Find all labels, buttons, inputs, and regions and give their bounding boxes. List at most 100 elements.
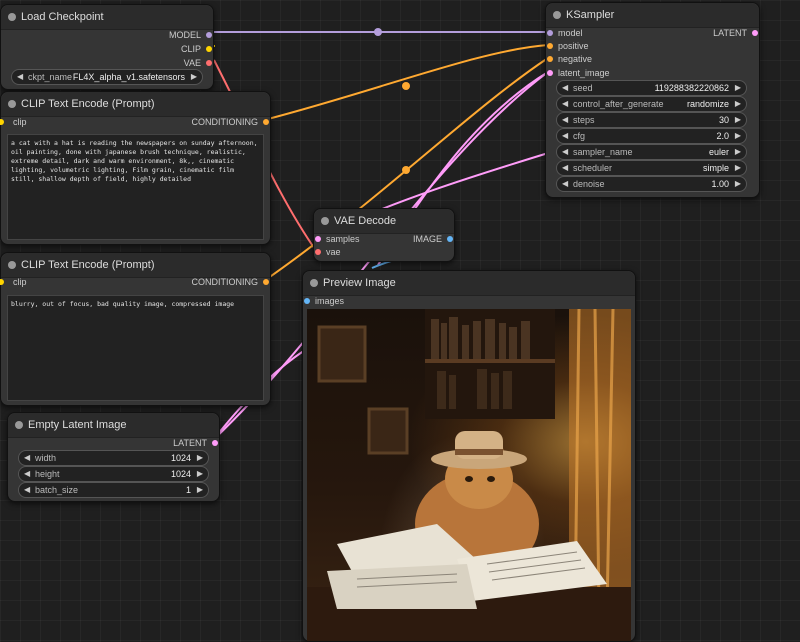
arrow-left-icon[interactable]: ◀: [562, 97, 568, 111]
arrow-right-icon[interactable]: ▶: [197, 483, 203, 497]
arrow-right-icon[interactable]: ▶: [197, 467, 203, 481]
collapse-dot-icon[interactable]: [310, 279, 318, 287]
output-conditioning-label: CONDITIONING: [191, 117, 259, 127]
ckpt-name-combo[interactable]: ◀ ckpt_name FL4X_alpha_v1.safetensors ▶: [11, 69, 203, 85]
input-vae[interactable]: vae: [314, 246, 341, 258]
arrow-left-icon[interactable]: ◀: [562, 129, 568, 143]
generated-image-preview[interactable]: [307, 309, 631, 641]
image-output-dot[interactable]: [447, 236, 453, 242]
arrow-left-icon[interactable]: ◀: [24, 451, 30, 465]
arrow-right-icon[interactable]: ▶: [735, 113, 741, 127]
node-title-bar[interactable]: VAE Decode: [314, 209, 454, 234]
sampler-name-label: sampler_name: [573, 147, 633, 157]
collapse-dot-icon[interactable]: [8, 13, 16, 21]
conditioning-output-dot[interactable]: [263, 119, 269, 125]
vae-output-dot[interactable]: [206, 60, 212, 66]
input-latent-image[interactable]: latent_image: [546, 67, 610, 79]
input-images[interactable]: images: [303, 295, 344, 307]
batch-size-widget[interactable]: ◀ batch_size 1 ▶: [18, 482, 209, 498]
input-model[interactable]: model: [546, 27, 583, 39]
node-title-bar[interactable]: Preview Image: [303, 271, 635, 296]
clip-input-dot[interactable]: [0, 279, 4, 285]
output-image[interactable]: IMAGE: [413, 233, 454, 245]
width-label: width: [35, 453, 57, 463]
collapse-dot-icon[interactable]: [8, 261, 16, 269]
arrow-left-icon[interactable]: ◀: [17, 70, 23, 84]
input-negative[interactable]: negative: [546, 53, 592, 65]
arrow-left-icon[interactable]: ◀: [562, 145, 568, 159]
scheduler-widget[interactable]: ◀ scheduler simple ▶: [556, 160, 747, 176]
input-samples[interactable]: samples: [314, 233, 360, 245]
sampler-name-widget[interactable]: ◀ sampler_name euler ▶: [556, 144, 747, 160]
vae-decode-node[interactable]: VAE Decode samples vae IMAGE: [313, 208, 455, 262]
output-latent[interactable]: LATENT: [173, 437, 219, 449]
output-conditioning[interactable]: CONDITIONING: [192, 276, 271, 288]
load-checkpoint-node[interactable]: Load Checkpoint MODEL CLIP VAE ◀ ckpt_na…: [0, 4, 214, 90]
node-title-bar[interactable]: Load Checkpoint: [1, 5, 213, 30]
output-model[interactable]: MODEL: [169, 29, 213, 41]
collapse-dot-icon[interactable]: [8, 100, 16, 108]
arrow-left-icon[interactable]: ◀: [562, 113, 568, 127]
images-input-dot[interactable]: [304, 298, 310, 304]
output-clip-label: CLIP: [180, 44, 201, 54]
arrow-right-icon[interactable]: ▶: [735, 129, 741, 143]
batch-size-value: 1: [185, 485, 191, 495]
collapse-dot-icon[interactable]: [553, 11, 561, 19]
arrow-left-icon[interactable]: ◀: [24, 483, 30, 497]
steps-value: 30: [718, 115, 729, 125]
height-widget[interactable]: ◀ height 1024 ▶: [18, 466, 209, 482]
node-title-bar[interactable]: CLIP Text Encode (Prompt): [1, 92, 270, 117]
seed-widget[interactable]: ◀ seed 119288382220862 ▶: [556, 80, 747, 96]
latent-image-input-dot[interactable]: [547, 70, 553, 76]
ksampler-node[interactable]: KSampler model LATENT positive negative …: [545, 2, 760, 198]
clip-text-encode-positive-node[interactable]: CLIP Text Encode (Prompt) clip CONDITION…: [0, 91, 271, 245]
empty-latent-image-node[interactable]: Empty Latent Image LATENT ◀ width 1024 ▶…: [7, 412, 220, 502]
negative-input-dot[interactable]: [547, 56, 553, 62]
arrow-right-icon[interactable]: ▶: [735, 81, 741, 95]
cfg-widget[interactable]: ◀ cfg 2.0 ▶: [556, 128, 747, 144]
arrow-right-icon[interactable]: ▶: [735, 177, 741, 191]
denoise-widget[interactable]: ◀ denoise 1.00 ▶: [556, 176, 747, 192]
model-output-dot[interactable]: [206, 32, 212, 38]
arrow-right-icon[interactable]: ▶: [191, 70, 197, 84]
input-clip[interactable]: clip: [0, 116, 27, 128]
arrow-right-icon[interactable]: ▶: [735, 161, 741, 175]
arrow-right-icon[interactable]: ▶: [735, 97, 741, 111]
input-positive[interactable]: positive: [546, 40, 589, 52]
output-latent[interactable]: LATENT: [713, 27, 759, 39]
control-after-generate-widget[interactable]: ◀ control_after_generate randomize ▶: [556, 96, 747, 112]
preview-title: Preview Image: [323, 277, 396, 289]
positive-input-dot[interactable]: [547, 43, 553, 49]
negative-prompt-textarea[interactable]: blurry, out of focus, bad quality image,…: [7, 295, 264, 401]
width-widget[interactable]: ◀ width 1024 ▶: [18, 450, 209, 466]
steps-widget[interactable]: ◀ steps 30 ▶: [556, 112, 747, 128]
positive-prompt-textarea[interactable]: a cat with a hat is reading the newspape…: [7, 134, 264, 240]
conditioning-output-dot[interactable]: [263, 279, 269, 285]
preview-image-node[interactable]: Preview Image images: [302, 270, 636, 642]
clip-input-dot[interactable]: [0, 119, 4, 125]
latent-output-dot[interactable]: [212, 440, 218, 446]
output-clip[interactable]: CLIP: [181, 43, 213, 55]
arrow-right-icon[interactable]: ▶: [197, 451, 203, 465]
output-vae[interactable]: VAE: [184, 57, 213, 69]
arrow-left-icon[interactable]: ◀: [562, 81, 568, 95]
vae-input-dot[interactable]: [315, 249, 321, 255]
input-latent-image-label: latent_image: [558, 68, 610, 78]
node-title-bar[interactable]: KSampler: [546, 3, 759, 28]
input-clip[interactable]: clip: [0, 276, 27, 288]
clip-text-encode-negative-node[interactable]: CLIP Text Encode (Prompt) clip CONDITION…: [0, 252, 271, 406]
latent-output-dot[interactable]: [752, 30, 758, 36]
samples-input-dot[interactable]: [315, 236, 321, 242]
node-title-bar[interactable]: Empty Latent Image: [8, 413, 219, 438]
arrow-left-icon[interactable]: ◀: [562, 161, 568, 175]
output-latent-label: LATENT: [173, 438, 207, 448]
node-title-bar[interactable]: CLIP Text Encode (Prompt): [1, 253, 270, 278]
arrow-left-icon[interactable]: ◀: [562, 177, 568, 191]
model-input-dot[interactable]: [547, 30, 553, 36]
output-conditioning[interactable]: CONDITIONING: [192, 116, 271, 128]
collapse-dot-icon[interactable]: [15, 421, 23, 429]
arrow-right-icon[interactable]: ▶: [735, 145, 741, 159]
clip-output-dot[interactable]: [206, 46, 212, 52]
arrow-left-icon[interactable]: ◀: [24, 467, 30, 481]
collapse-dot-icon[interactable]: [321, 217, 329, 225]
